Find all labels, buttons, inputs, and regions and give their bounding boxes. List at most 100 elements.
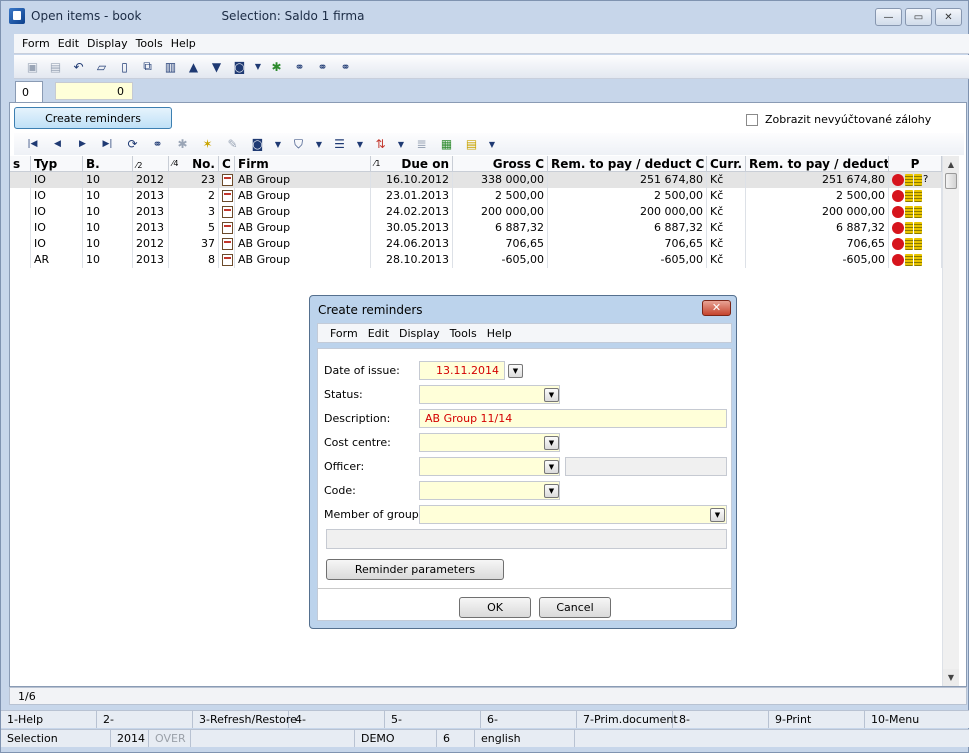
col-p[interactable]: P (889, 156, 942, 171)
prev-record-icon[interactable]: ◀ (49, 136, 66, 152)
cell-ob[interactable]: 2013 (133, 204, 169, 220)
cell-rem-c[interactable]: -605,00 (548, 252, 707, 268)
cell-document[interactable] (219, 172, 235, 188)
dialog-menu-tools[interactable]: Tools (450, 327, 477, 340)
col-no[interactable]: ⁄4 No. (169, 156, 219, 171)
open-folder-icon[interactable]: ▱ (93, 59, 110, 75)
table-row[interactable]: IO 10 2012 23 AB Group 16.10.2012 338 000,00 25… (10, 172, 942, 188)
tab-0[interactable]: 0 (15, 81, 43, 103)
cell-curr[interactable]: Kč (707, 188, 746, 204)
fkey-4[interactable]: 4- (289, 711, 385, 728)
col-gross[interactable]: Gross C (453, 156, 548, 171)
ok-button[interactable]: OK (459, 597, 531, 618)
cell-document[interactable] (219, 252, 235, 268)
fkey-7[interactable]: 7-Prim.document (577, 711, 678, 728)
cell-firm[interactable]: AB Group (235, 236, 371, 252)
cell-typ[interactable]: IO (31, 236, 83, 252)
col-curr[interactable]: Curr. (707, 156, 746, 171)
cell-curr[interactable]: Kč (707, 204, 746, 220)
cell-b[interactable]: 10 (83, 252, 133, 268)
fkey-10[interactable]: 10-Menu (865, 711, 961, 728)
fkey-9[interactable]: 9-Print (769, 711, 865, 728)
fkey-6[interactable]: 6- (481, 711, 577, 728)
dialog-menu-form[interactable]: Form (330, 327, 358, 340)
cost-centre-field[interactable] (419, 433, 560, 452)
vertical-scrollbar[interactable]: ▲ ▼ (942, 156, 959, 686)
cancel-button[interactable]: Cancel (539, 597, 611, 618)
description-field[interactable]: AB Group 11/14 (419, 409, 727, 428)
cell-payment-status[interactable] (889, 236, 942, 252)
cell-document[interactable] (219, 220, 235, 236)
cell-payment-status[interactable] (889, 188, 942, 204)
menu-help[interactable]: Help (171, 37, 196, 50)
cell-typ[interactable]: AR (31, 252, 83, 268)
cell-no[interactable]: 37 (169, 236, 219, 252)
cell-gross[interactable]: -605,00 (453, 252, 548, 268)
dialog-menu-display[interactable]: Display (399, 327, 440, 340)
cell-payment-status[interactable]: ? (889, 172, 942, 188)
cell-rem-c[interactable]: 251 674,80 (548, 172, 707, 188)
reminder-parameters-button[interactable]: Reminder parameters (326, 559, 504, 580)
save-as-icon[interactable]: ▤ (47, 59, 64, 75)
cell-firm[interactable]: AB Group (235, 188, 371, 204)
fkey-1[interactable]: 1-Help (1, 711, 97, 728)
cell-payment-status[interactable] (889, 252, 942, 268)
dialog-menu-help[interactable]: Help (487, 327, 512, 340)
cell-rem-c[interactable]: 2 500,00 (548, 188, 707, 204)
create-reminders-button[interactable]: Create reminders (14, 107, 172, 129)
cell-gross[interactable]: 338 000,00 (453, 172, 548, 188)
col-rem[interactable]: Rem. to pay / deduct (746, 156, 889, 171)
refresh-icon[interactable]: ⟳ (124, 136, 141, 152)
fkey-5[interactable]: 5- (385, 711, 481, 728)
cell-due[interactable]: 28.10.2013 (371, 252, 453, 268)
cell-s[interactable] (10, 172, 31, 188)
book-icon[interactable]: ▥ (162, 59, 179, 75)
cell-due[interactable]: 23.01.2013 (371, 188, 453, 204)
menu-display[interactable]: Display (87, 37, 128, 50)
col-due[interactable]: ⁄1 Due on (371, 156, 453, 171)
find-next-icon[interactable]: ⚭ (314, 59, 331, 75)
cell-firm[interactable]: AB Group (235, 204, 371, 220)
col-ob[interactable]: ⁄2 (133, 156, 169, 171)
cell-due[interactable]: 24.02.2013 (371, 204, 453, 220)
cell-b[interactable]: 10 (83, 220, 133, 236)
arrow-down-icon[interactable]: ▼ (208, 59, 225, 75)
cell-gross[interactable]: 6 887,32 (453, 220, 548, 236)
edit-record-icon[interactable]: ✎ (224, 136, 241, 152)
table-row[interactable]: IO 10 2013 5 AB Group 30.05.2013 6 887,32 6 887… (10, 220, 942, 236)
cell-b[interactable]: 10 (83, 236, 133, 252)
col-typ[interactable]: Typ (31, 156, 83, 171)
cell-typ[interactable]: IO (31, 220, 83, 236)
col-b[interactable]: B. (83, 156, 133, 171)
officer-field[interactable] (419, 457, 560, 476)
cell-due[interactable]: 30.05.2013 (371, 220, 453, 236)
table-row[interactable]: IO 10 2012 37 AB Group 24.06.2013 706,65 706,65… (10, 236, 942, 252)
date-field[interactable]: 13.11.2014 (419, 361, 505, 380)
copy-icon[interactable]: ⧉ (139, 59, 156, 75)
binoculars-icon[interactable]: ⚭ (149, 136, 166, 152)
first-record-icon[interactable]: |◀ (24, 136, 41, 152)
cell-firm[interactable]: AB Group (235, 252, 371, 268)
camera-icon[interactable]: ◙ (231, 59, 248, 75)
tree-disabled-icon[interactable]: ✱ (174, 136, 191, 152)
table-row[interactable]: AR 10 2013 8 AB Group 28.10.2013 -605,00 -605,0… (10, 252, 942, 268)
cell-no[interactable]: 8 (169, 252, 219, 268)
cell-no[interactable]: 3 (169, 204, 219, 220)
undo-icon[interactable]: ↶ (70, 59, 87, 75)
cell-ob[interactable]: 2013 (133, 252, 169, 268)
cell-gross[interactable]: 2 500,00 (453, 188, 548, 204)
cost-centre-dropdown-icon[interactable]: ▼ (544, 436, 559, 450)
cell-firm[interactable]: AB Group (235, 172, 371, 188)
cell-typ[interactable]: IO (31, 172, 83, 188)
cell-rem[interactable]: -605,00 (746, 252, 889, 268)
dropdown-arrow-icon[interactable]: ▼ (488, 136, 496, 152)
list-icon[interactable]: ≣ (413, 136, 430, 152)
dropdown-arrow-icon[interactable]: ▼ (315, 136, 323, 152)
cell-rem[interactable]: 251 674,80 (746, 172, 889, 188)
cell-s[interactable] (10, 220, 31, 236)
cell-ob[interactable]: 2013 (133, 220, 169, 236)
cell-due[interactable]: 24.06.2013 (371, 236, 453, 252)
member-group-field[interactable] (419, 505, 727, 524)
cell-gross[interactable]: 706,65 (453, 236, 548, 252)
dropdown-arrow-icon[interactable]: ▼ (356, 136, 364, 152)
